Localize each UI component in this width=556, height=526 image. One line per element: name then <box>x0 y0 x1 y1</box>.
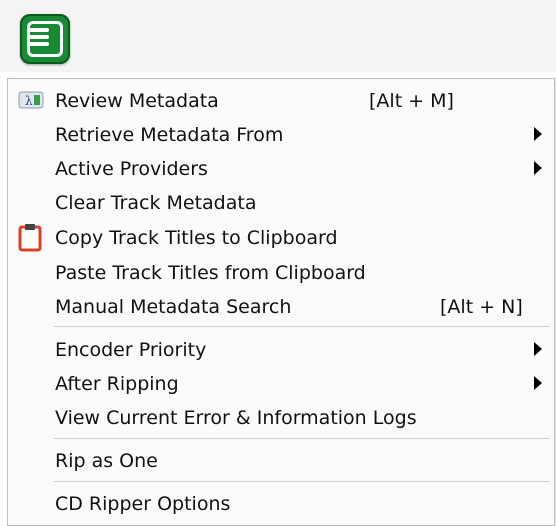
dropdown-menu: λ Review Metadata [Alt + M] Retrieve Met… <box>7 78 555 526</box>
menu-item-label: After Ripping <box>55 373 179 395</box>
submenu-arrow-icon <box>534 376 542 390</box>
menu-item-label: Rip as One <box>55 450 158 472</box>
clipboard-icon <box>18 224 42 252</box>
menu-item-label: Encoder Priority <box>55 339 207 361</box>
menu-item-label: Copy Track Titles to Clipboard <box>55 227 338 249</box>
menu-item-clear-track-metadata[interactable]: Clear Track Metadata <box>9 185 553 219</box>
menu-list-icon[interactable] <box>20 14 70 64</box>
menu-item-after-ripping[interactable]: After Ripping <box>9 366 553 400</box>
menu-item-cd-ripper-options[interactable]: CD Ripper Options <box>9 486 553 520</box>
menu-item-label: Retrieve Metadata From <box>55 124 284 146</box>
submenu-arrow-icon <box>534 342 542 356</box>
submenu-arrow-icon <box>534 161 542 175</box>
menu-item-paste-track-titles[interactable]: Paste Track Titles from Clipboard <box>9 255 553 289</box>
menu-item-label: Clear Track Metadata <box>55 192 257 214</box>
svg-text:λ: λ <box>25 94 33 108</box>
menu-separator <box>54 326 550 327</box>
menu-item-label: Active Providers <box>55 158 208 180</box>
menu-item-encoder-priority[interactable]: Encoder Priority <box>9 332 553 366</box>
submenu-arrow-icon <box>534 127 542 141</box>
menu-item-manual-metadata-search[interactable]: Manual Metadata Search [Alt + N] <box>9 289 553 323</box>
shortcut-label: [Alt + M] <box>369 90 454 112</box>
menu-item-label: CD Ripper Options <box>55 493 231 515</box>
shortcut-label: [Alt + N] <box>440 296 523 318</box>
menu-item-label: Paste Track Titles from Clipboard <box>55 262 366 284</box>
menu-item-view-logs[interactable]: View Current Error & Information Logs <box>9 400 553 434</box>
menu-separator <box>54 481 550 482</box>
menu-item-label: Manual Metadata Search <box>55 296 292 318</box>
metadata-icon: λ <box>18 91 44 109</box>
menu-item-retrieve-metadata-from[interactable]: Retrieve Metadata From <box>9 117 553 151</box>
menu-item-label: View Current Error & Information Logs <box>55 407 417 429</box>
menu-item-rip-as-one[interactable]: Rip as One <box>9 443 553 477</box>
menu-separator <box>54 438 550 439</box>
toolbar <box>0 0 556 72</box>
menu-item-review-metadata[interactable]: λ Review Metadata [Alt + M] <box>9 83 553 117</box>
menu-item-label: Review Metadata <box>55 90 219 112</box>
menu-item-active-providers[interactable]: Active Providers <box>9 151 553 185</box>
menu-item-copy-track-titles[interactable]: Copy Track Titles to Clipboard <box>9 220 553 254</box>
